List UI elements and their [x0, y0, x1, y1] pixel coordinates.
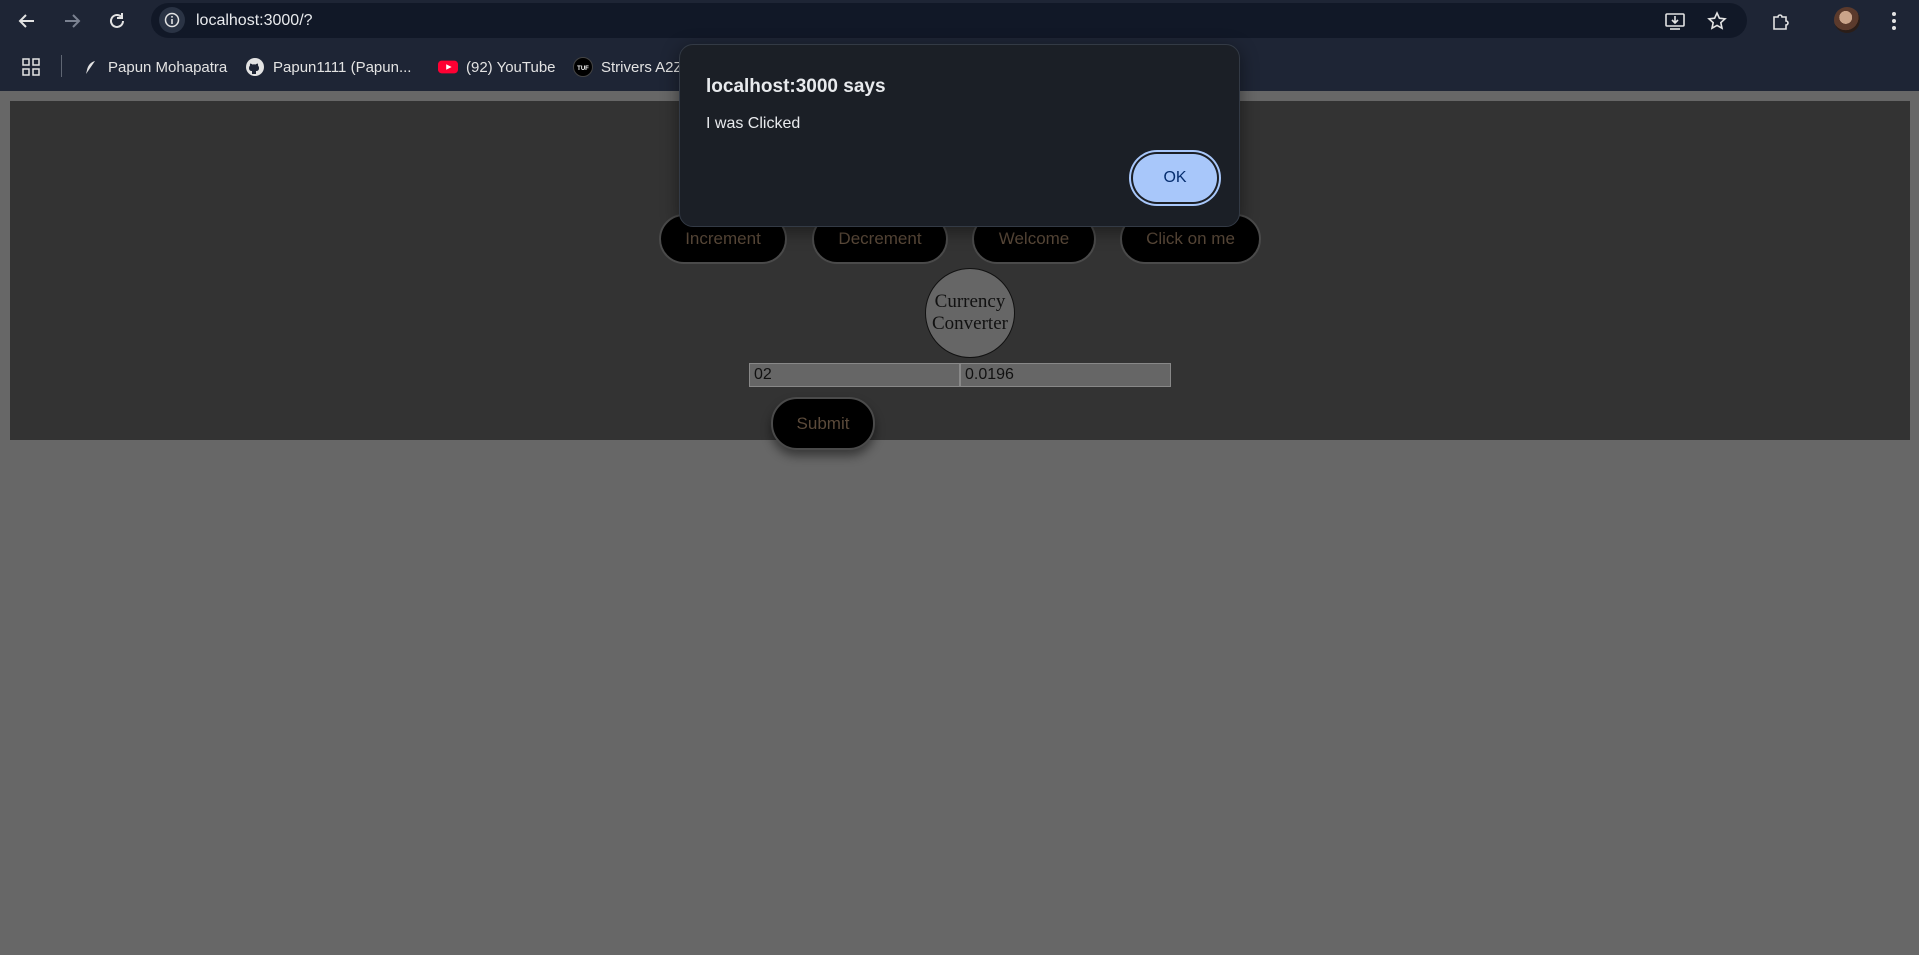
- heading-line-2: Converter: [932, 313, 1008, 334]
- tuf-icon: TUF: [573, 57, 593, 77]
- forward-button[interactable]: [57, 6, 87, 36]
- arrow-right-icon: [65, 14, 81, 28]
- heading-line-1: Currency: [934, 291, 1006, 312]
- alert-dialog: localhost:3000 says I was Clicked OK: [679, 44, 1240, 227]
- url-text[interactable]: localhost:3000/?: [196, 12, 313, 30]
- info-icon: [164, 12, 180, 28]
- install-icon: [1665, 13, 1685, 30]
- back-button[interactable]: [12, 6, 42, 36]
- arrow-left-icon: [18, 14, 34, 28]
- amount-input[interactable]: 02: [749, 363, 960, 387]
- bookmark-label: Papun1111 (Papun...: [273, 58, 412, 76]
- star-icon: [1707, 11, 1727, 30]
- bookmark-strivers[interactable]: TUF Strivers A2Z: [573, 56, 683, 78]
- apps-button[interactable]: [22, 56, 40, 78]
- dialog-title: localhost:3000 says: [706, 76, 886, 97]
- reload-button[interactable]: [102, 6, 132, 36]
- svg-text:TUF: TUF: [577, 66, 589, 72]
- address-bar[interactable]: localhost:3000/?: [151, 3, 1747, 38]
- bookmarks-divider: [61, 55, 62, 77]
- currency-converter-heading: Currency Converter: [925, 268, 1015, 358]
- bookmark-github[interactable]: Papun1111 (Papun...: [245, 56, 411, 78]
- bookmark-label: Strivers A2Z: [601, 58, 683, 76]
- menu-button[interactable]: [1879, 6, 1909, 36]
- puzzle-icon: [1773, 14, 1789, 30]
- bookmark-label: Papun Mohapatra: [108, 58, 228, 76]
- submit-button[interactable]: Submit: [771, 397, 875, 450]
- converted-output[interactable]: 0.0196: [960, 363, 1171, 387]
- github-icon: [245, 57, 265, 77]
- bookmark-label: (92) YouTube: [466, 58, 556, 76]
- browser-toolbar: localhost:3000/?: [0, 0, 1919, 41]
- dialog-message: I was Clicked: [706, 115, 801, 132]
- bookmark-papun-mohapatra[interactable]: Papun Mohapatra: [80, 56, 227, 78]
- bookmark-star-button[interactable]: [1704, 8, 1730, 34]
- profile-avatar[interactable]: [1834, 7, 1860, 33]
- extensions-button[interactable]: [1766, 6, 1796, 36]
- kebab-menu-icon: [1892, 12, 1896, 30]
- bookmark-youtube[interactable]: (92) YouTube: [438, 56, 556, 78]
- install-app-button[interactable]: [1662, 8, 1688, 34]
- site-info-button[interactable]: [159, 7, 185, 33]
- feather-icon: [80, 57, 100, 77]
- ok-button[interactable]: OK: [1133, 154, 1217, 202]
- youtube-icon: [438, 57, 458, 77]
- apps-grid-icon: [22, 58, 40, 76]
- reload-icon: [110, 13, 124, 28]
